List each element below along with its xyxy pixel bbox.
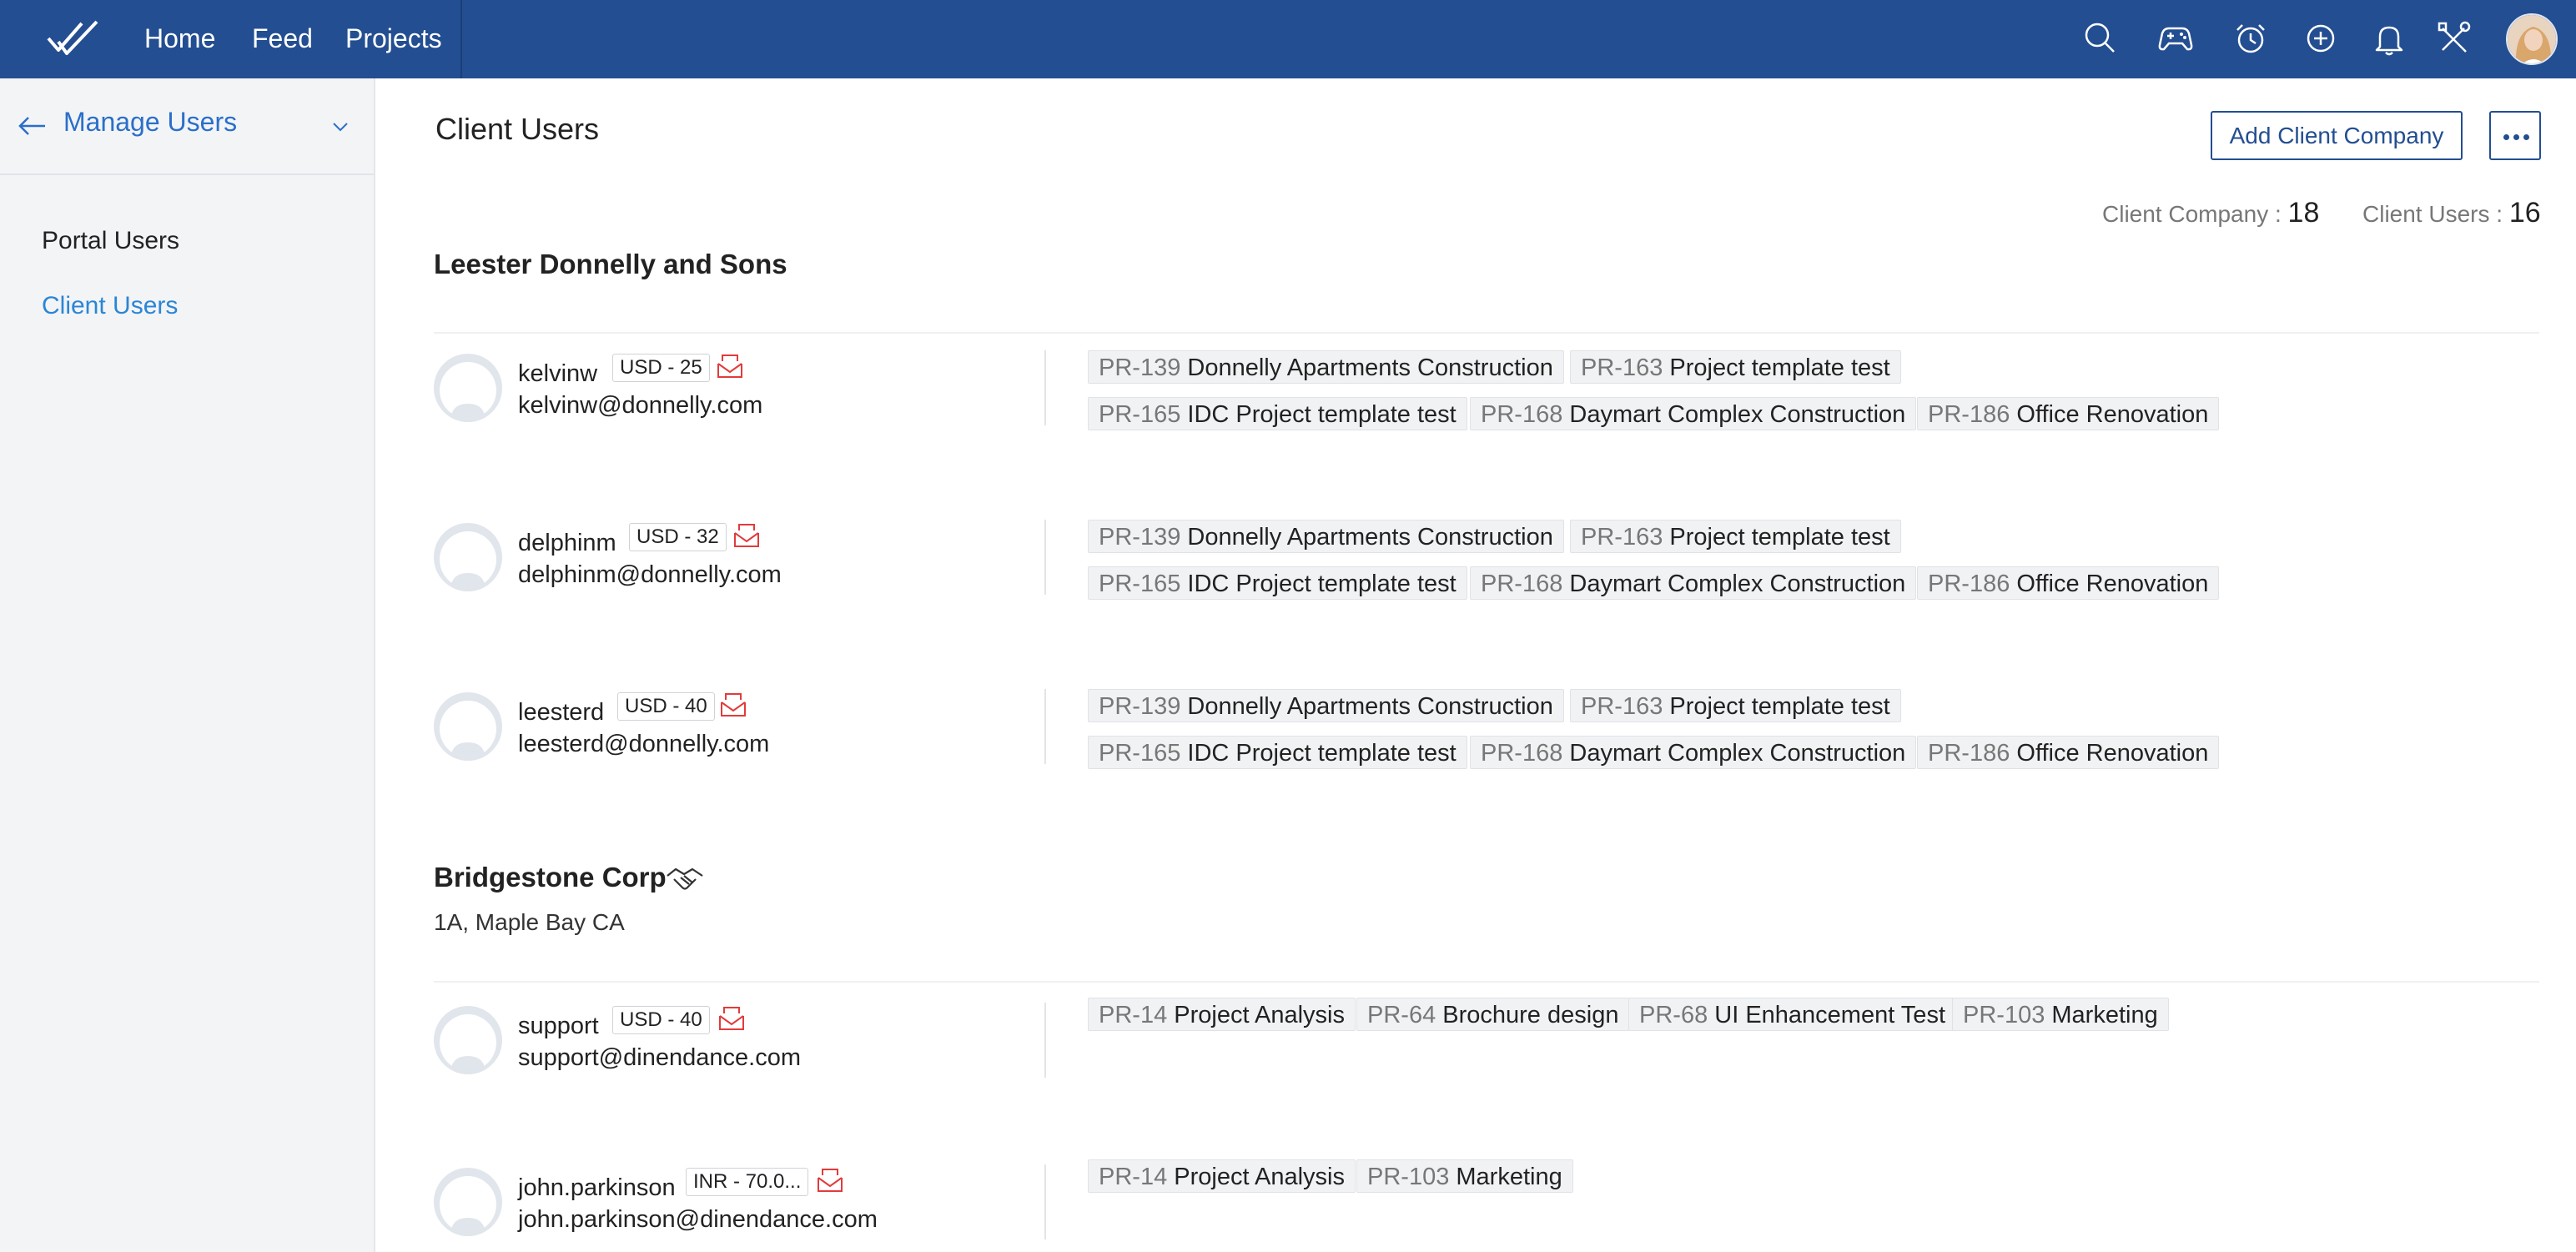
add-icon[interactable]: [2299, 17, 2342, 60]
company-name: Bridgestone Corp: [434, 862, 667, 892]
user-name[interactable]: support: [518, 1013, 599, 1040]
tools-icon[interactable]: [2433, 17, 2476, 60]
user-row: kelvinw USD - 25 kelvinw@donnelly.com PR…: [0, 345, 2576, 430]
nav-projects[interactable]: Projects: [345, 0, 442, 78]
top-navigation-bar: Home Feed Projects: [0, 0, 2576, 78]
project-tag[interactable]: PR-165 IDC Project template test: [1088, 397, 1467, 430]
user-rate-badge: USD - 40: [617, 692, 715, 721]
project-tag[interactable]: PR-168 Daymart Complex Construction: [1470, 736, 1917, 769]
project-tag[interactable]: PR-186 Office Renovation: [1917, 736, 2220, 769]
bell-icon[interactable]: [2367, 17, 2411, 60]
divider: [434, 981, 2539, 983]
more-dots-icon: [2503, 134, 2509, 140]
user-avatar: [434, 692, 502, 761]
gamepad-icon[interactable]: [2154, 17, 2197, 60]
project-tag[interactable]: PR-139 Donnelly Apartments Construction: [1088, 689, 1564, 722]
project-tag[interactable]: PR-64 Brochure design: [1356, 998, 1630, 1031]
sidebar-item-portal-users[interactable]: Portal Users: [42, 227, 179, 255]
email-invite-icon[interactable]: [816, 1168, 844, 1193]
email-invite-icon[interactable]: [716, 354, 744, 379]
client-company-count: Client Company : 18: [2102, 197, 2319, 229]
back-arrow-icon[interactable]: [17, 112, 48, 140]
chevron-down-icon[interactable]: [329, 115, 352, 138]
project-tag[interactable]: PR-163 Project template test: [1570, 520, 1901, 553]
client-company-label: Client Company :: [2102, 201, 2288, 227]
user-row: leesterd USD - 40 leesterd@donnelly.com …: [0, 684, 2576, 769]
project-tag[interactable]: PR-139 Donnelly Apartments Construction: [1088, 350, 1564, 384]
user-name[interactable]: delphinm: [518, 530, 616, 557]
sidebar-item-client-users[interactable]: Client Users: [42, 292, 178, 320]
user-name[interactable]: kelvinw: [518, 360, 597, 388]
add-client-company-button[interactable]: Add Client Company: [2211, 111, 2463, 160]
project-tag[interactable]: PR-103 Marketing: [1356, 1159, 1573, 1193]
project-tag[interactable]: PR-186 Office Renovation: [1917, 397, 2220, 430]
timer-icon[interactable]: [2229, 17, 2272, 60]
column-divider: [1044, 350, 1046, 425]
user-avatar: [434, 354, 502, 422]
user-rate-badge: USD - 32: [629, 523, 727, 551]
project-tag[interactable]: PR-14 Project Analysis: [1088, 1159, 1356, 1193]
user-rate-badge: USD - 25: [612, 354, 710, 382]
client-company-number: 18: [2287, 197, 2320, 229]
column-divider: [1044, 1164, 1046, 1239]
column-divider: [1044, 689, 1046, 764]
user-avatar: [434, 1006, 502, 1074]
project-tag[interactable]: PR-168 Daymart Complex Construction: [1470, 566, 1917, 600]
search-icon[interactable]: [2079, 17, 2122, 60]
sidebar-title[interactable]: Manage Users: [63, 107, 237, 138]
email-invite-icon[interactable]: [717, 1006, 746, 1031]
user-email: john.parkinson@dinendance.com: [518, 1206, 878, 1233]
user-rate-badge: USD - 40: [612, 1006, 710, 1034]
client-users-count: Client Users : 16: [2362, 197, 2541, 229]
sidebar-header: Manage Users: [0, 78, 374, 175]
project-tag[interactable]: PR-165 IDC Project template test: [1088, 566, 1467, 600]
user-avatar: [434, 1168, 502, 1236]
user-email: leesterd@donnelly.com: [518, 731, 770, 757]
column-divider: [1044, 520, 1046, 595]
user-name[interactable]: john.parkinson: [518, 1174, 676, 1202]
project-tag[interactable]: PR-168 Daymart Complex Construction: [1470, 397, 1917, 430]
user-row: delphinm USD - 32 delphinm@donnelly.com …: [0, 515, 2576, 600]
nav-divider: [460, 0, 462, 78]
nav-feed[interactable]: Feed: [252, 0, 313, 78]
user-row: support USD - 40 support@dinendance.com …: [0, 998, 2576, 1081]
nav-home[interactable]: Home: [144, 0, 215, 78]
company-name: Leester Donnelly and Sons: [434, 249, 787, 279]
project-tag[interactable]: PR-139 Donnelly Apartments Construction: [1088, 520, 1564, 553]
project-tag[interactable]: PR-103 Marketing: [1952, 998, 2169, 1031]
app-logo-icon[interactable]: [47, 17, 100, 60]
user-name[interactable]: leesterd: [518, 699, 604, 727]
user-avatar: [434, 523, 502, 591]
project-tag[interactable]: PR-163 Project template test: [1570, 689, 1901, 722]
page-title: Client Users: [435, 112, 600, 146]
user-email: kelvinw@donnelly.com: [518, 392, 763, 419]
divider: [434, 332, 2539, 334]
email-invite-icon[interactable]: [732, 523, 761, 548]
user-email: support@dinendance.com: [518, 1044, 801, 1071]
project-tag[interactable]: PR-186 Office Renovation: [1917, 566, 2220, 600]
company-address: 1A, Maple Bay CA: [434, 909, 625, 935]
profile-avatar[interactable]: [2506, 13, 2558, 65]
client-users-number: 16: [2508, 197, 2541, 229]
client-users-label: Client Users :: [2362, 201, 2509, 227]
user-row: john.parkinson INR - 70.0... john.parkin…: [0, 1159, 2576, 1243]
project-tag[interactable]: PR-165 IDC Project template test: [1088, 736, 1467, 769]
handshake-icon: [667, 867, 703, 890]
column-divider: [1044, 1003, 1046, 1078]
project-tag[interactable]: PR-163 Project template test: [1570, 350, 1901, 384]
more-options-button[interactable]: [2489, 111, 2541, 160]
project-tag[interactable]: PR-14 Project Analysis: [1088, 998, 1356, 1031]
email-invite-icon[interactable]: [719, 692, 747, 717]
project-tag[interactable]: PR-68 UI Enhancement Test: [1628, 998, 1956, 1031]
user-email: delphinm@donnelly.com: [518, 561, 782, 588]
user-rate-badge: INR - 70.0...: [686, 1168, 809, 1196]
